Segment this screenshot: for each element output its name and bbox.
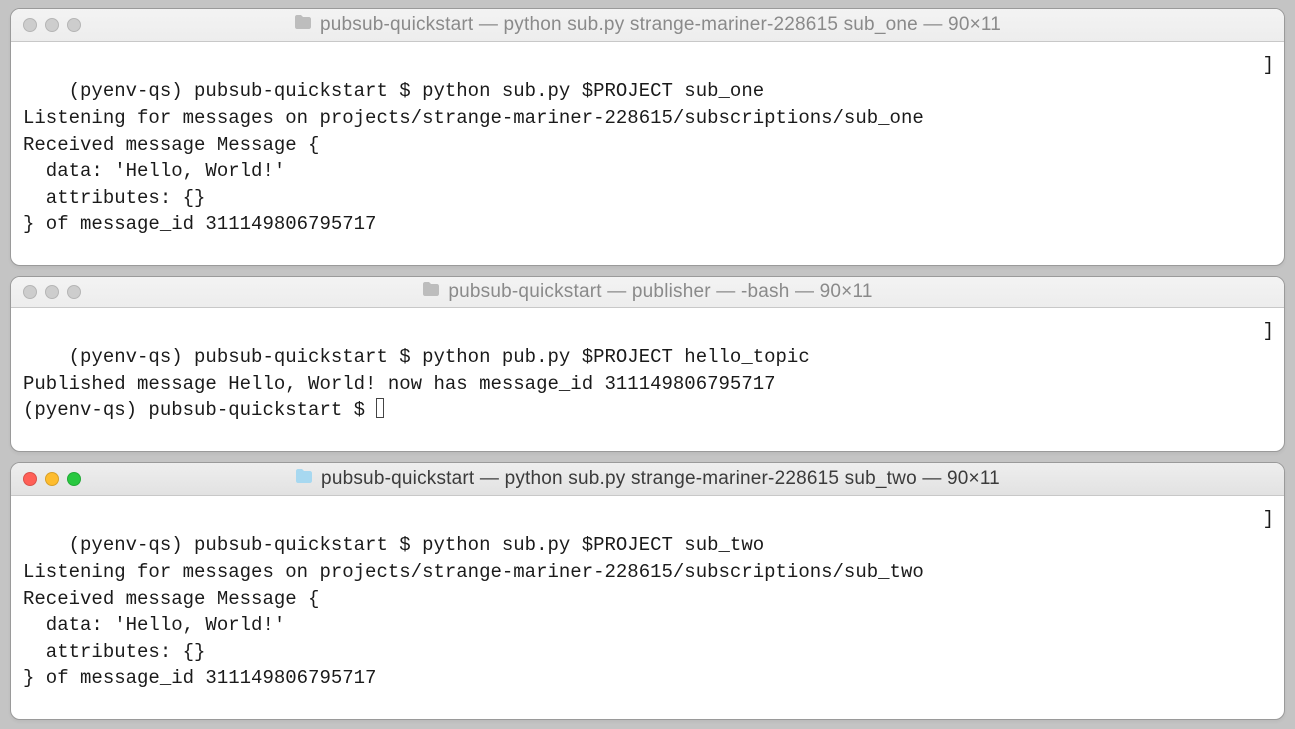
- right-bracket: ]: [1263, 52, 1274, 79]
- terminal-line: attributes: {}: [23, 641, 205, 663]
- terminal-line: Received message Message {: [23, 588, 319, 610]
- right-bracket: ]: [1263, 506, 1274, 533]
- terminal-line: Received message Message {: [23, 134, 319, 156]
- terminal-line: data: 'Hello, World!': [23, 160, 285, 182]
- terminal-line: Listening for messages on projects/stran…: [23, 561, 924, 583]
- right-bracket: ]: [1263, 318, 1274, 345]
- terminal-content[interactable]: ] (pyenv-qs) pubsub-quickstart $ python s…: [11, 42, 1284, 265]
- titlebar[interactable]: pubsub-quickstart — publisher — -bash — …: [11, 277, 1284, 308]
- terminal-line: (pyenv-qs) pubsub-quickstart $ python su…: [69, 534, 765, 556]
- folder-icon: [294, 15, 312, 34]
- traffic-lights: [23, 472, 81, 486]
- terminal-line: Listening for messages on projects/stran…: [23, 107, 924, 129]
- terminal-window-sub-one[interactable]: pubsub-quickstart — python sub.py strang…: [10, 8, 1285, 266]
- terminal-line: (pyenv-qs) pubsub-quickstart $ python pu…: [69, 346, 810, 368]
- terminal-line: } of message_id 311149806795717: [23, 213, 376, 235]
- traffic-lights: [23, 18, 81, 32]
- folder-icon: [295, 469, 313, 488]
- traffic-lights: [23, 285, 81, 299]
- window-title: pubsub-quickstart — python sub.py strang…: [321, 468, 1000, 490]
- close-button[interactable]: [23, 285, 37, 299]
- terminal-line: Published message Hello, World! now has …: [23, 373, 776, 395]
- terminal-content[interactable]: ] (pyenv-qs) pubsub-quickstart $ python s…: [11, 496, 1284, 719]
- minimize-button[interactable]: [45, 472, 59, 486]
- window-title: pubsub-quickstart — python sub.py strang…: [320, 14, 1001, 36]
- zoom-button[interactable]: [67, 18, 81, 32]
- titlebar[interactable]: pubsub-quickstart — python sub.py strang…: [11, 463, 1284, 496]
- terminal-line: (pyenv-qs) pubsub-quickstart $: [23, 399, 376, 421]
- terminal-line: } of message_id 311149806795717: [23, 667, 376, 689]
- zoom-button[interactable]: [67, 285, 81, 299]
- cursor-icon: [376, 398, 384, 418]
- terminal-line: attributes: {}: [23, 187, 205, 209]
- minimize-button[interactable]: [45, 285, 59, 299]
- terminal-window-publisher[interactable]: pubsub-quickstart — publisher — -bash — …: [10, 276, 1285, 452]
- titlebar[interactable]: pubsub-quickstart — python sub.py strang…: [11, 9, 1284, 42]
- minimize-button[interactable]: [45, 18, 59, 32]
- terminal-window-sub-two[interactable]: pubsub-quickstart — python sub.py strang…: [10, 462, 1285, 720]
- close-button[interactable]: [23, 472, 37, 486]
- close-button[interactable]: [23, 18, 37, 32]
- zoom-button[interactable]: [67, 472, 81, 486]
- terminal-content[interactable]: ] (pyenv-qs) pubsub-quickstart $ python p…: [11, 308, 1284, 451]
- terminal-line: (pyenv-qs) pubsub-quickstart $ python su…: [69, 80, 765, 102]
- window-title: pubsub-quickstart — publisher — -bash — …: [448, 281, 872, 303]
- terminal-line: data: 'Hello, World!': [23, 614, 285, 636]
- folder-icon: [422, 282, 440, 301]
